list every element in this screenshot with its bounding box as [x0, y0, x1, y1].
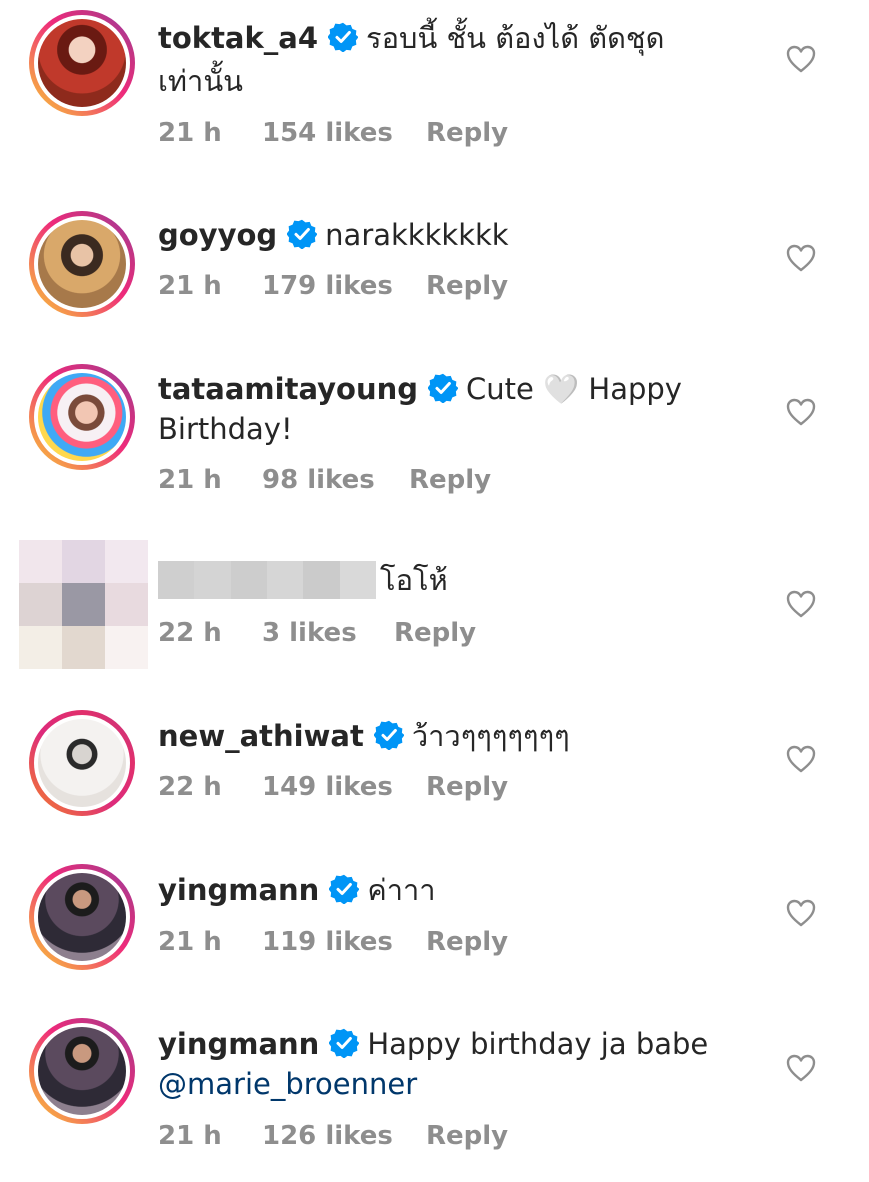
likes-count[interactable]: 3 likes [262, 617, 357, 649]
timestamp: 22 h [158, 772, 222, 802]
username-link[interactable]: toktak_a4 [158, 21, 318, 55]
comment-text-line: toktak_a4 รอบนี้ ชั้น ต้องได้ ตัดชุด [158, 18, 664, 58]
heart-outline-icon[interactable] [786, 590, 816, 618]
comment-body: narakkkkkkk [325, 218, 509, 252]
comment-text-line: yingmann Happy birthday ja babe [158, 1024, 708, 1064]
timestamp: 21 h [158, 1121, 222, 1151]
reply-button[interactable]: Reply [426, 270, 508, 302]
comment-body: ค่าาา [367, 873, 436, 907]
comment-body: Happy birthday ja babe [367, 1027, 709, 1061]
likes-count[interactable]: 126 likes [262, 1120, 393, 1152]
comment-text-line: yingmann ค่าาา [158, 870, 436, 910]
likes-count[interactable]: 119 likes [262, 926, 393, 958]
verified-badge-icon [329, 874, 360, 904]
avatar[interactable] [29, 211, 135, 317]
comment-body-continued: Birthday! [158, 412, 293, 446]
redacted-avatar[interactable] [19, 540, 148, 669]
username-link[interactable]: yingmann [158, 1027, 319, 1061]
reply-button[interactable]: Reply [426, 926, 508, 958]
verified-badge-icon [428, 373, 459, 403]
avatar[interactable] [29, 364, 135, 470]
username-link[interactable]: yingmann [158, 873, 319, 907]
comment-body: รอบนี้ ชั้น ต้องได้ ตัดชุด [366, 21, 665, 55]
reply-button[interactable]: Reply [426, 771, 508, 803]
verified-badge-icon [328, 22, 359, 52]
comment-body-continued: เท่านั้น [158, 64, 243, 98]
comment-body: Cute 🤍 Happy [466, 372, 682, 406]
likes-count[interactable]: 154 likes [262, 117, 393, 149]
timestamp: 21 h [158, 465, 222, 495]
reply-button[interactable]: Reply [426, 117, 508, 149]
username-link[interactable]: new_athiwat [158, 719, 364, 753]
username-link[interactable]: tataamitayoung [158, 372, 418, 406]
timestamp: 21 h [158, 271, 222, 301]
comment-text-line: new_athiwat ว้าวๆๆๆๆๆๆๆ [158, 716, 570, 756]
likes-count[interactable]: 149 likes [262, 771, 393, 803]
heart-outline-icon[interactable] [786, 899, 816, 927]
timestamp: 21 h [158, 118, 222, 148]
timestamp: 22 h [158, 618, 222, 648]
likes-count[interactable]: 98 likes [262, 464, 375, 496]
reply-button[interactable]: Reply [394, 617, 476, 649]
reply-button[interactable]: Reply [409, 464, 491, 496]
heart-outline-icon[interactable] [786, 1054, 816, 1082]
avatar[interactable] [29, 10, 135, 116]
comment-body: โอโห้ [380, 563, 448, 597]
avatar[interactable] [29, 710, 135, 816]
heart-outline-icon[interactable] [786, 398, 816, 426]
comment-text-line: tataamitayoung Cute 🤍 Happy [158, 369, 682, 409]
timestamp: 21 h [158, 927, 222, 957]
heart-outline-icon[interactable] [786, 745, 816, 773]
username-link[interactable]: goyyog [158, 218, 277, 252]
verified-badge-icon [329, 1028, 360, 1058]
heart-outline-icon[interactable] [786, 244, 816, 272]
mention-link[interactable]: @marie_broenner [158, 1064, 417, 1104]
comment-body: ว้าวๆๆๆๆๆๆๆ [411, 719, 570, 753]
reply-button[interactable]: Reply [426, 1120, 508, 1152]
avatar[interactable] [29, 1018, 135, 1124]
avatar[interactable] [29, 864, 135, 970]
likes-count[interactable]: 179 likes [262, 270, 393, 302]
redacted-username[interactable] [158, 561, 376, 599]
verified-badge-icon [287, 219, 318, 249]
verified-badge-icon [373, 720, 404, 750]
comment-text-line: goyyog narakkkkkkk [158, 215, 509, 255]
heart-outline-icon[interactable] [786, 45, 816, 73]
